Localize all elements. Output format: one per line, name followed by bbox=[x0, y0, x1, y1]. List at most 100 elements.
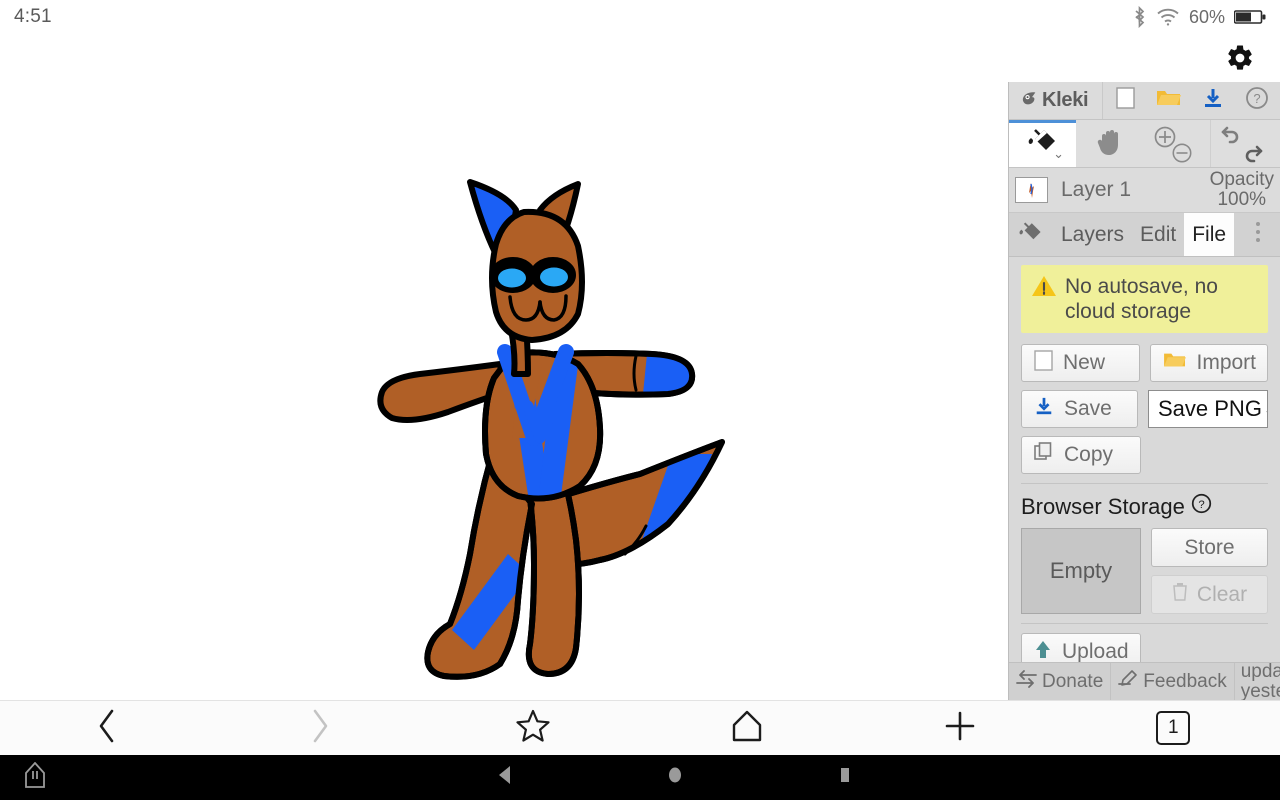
zoom-out-button[interactable] bbox=[1171, 142, 1193, 170]
clear-button-label: Clear bbox=[1196, 582, 1248, 606]
feedback-label: Feedback bbox=[1143, 670, 1227, 692]
browser-storage-label: Browser Storage bbox=[1021, 493, 1185, 519]
clear-button[interactable]: Clear bbox=[1151, 575, 1268, 615]
hand-tool[interactable] bbox=[1076, 120, 1143, 167]
browser-storage-title: Browser Storage ? bbox=[1021, 493, 1268, 520]
chevron-down-icon: ⌄ bbox=[1053, 146, 1064, 161]
kleki-logo[interactable]: Kleki bbox=[1009, 82, 1103, 119]
donate-link[interactable]: Donate bbox=[1009, 663, 1112, 700]
nav-home-button[interactable] bbox=[665, 764, 685, 791]
browser-storage-panel: Empty Store Clear bbox=[1021, 528, 1268, 615]
tab-edit[interactable]: Edit bbox=[1132, 213, 1184, 256]
bluetooth-icon bbox=[1132, 6, 1147, 28]
download-icon bbox=[1034, 396, 1054, 422]
updated-line-1: updated bbox=[1240, 662, 1280, 683]
new-image-button[interactable] bbox=[1103, 82, 1147, 119]
import-button-label: Import bbox=[1196, 351, 1257, 375]
divider bbox=[1021, 483, 1268, 485]
browser-forward-button[interactable] bbox=[213, 709, 426, 748]
help-button[interactable]: ? bbox=[1235, 82, 1279, 119]
new-button-label: New bbox=[1063, 351, 1106, 375]
nav-recents-button[interactable] bbox=[835, 764, 855, 791]
layer-name: Layer 1 bbox=[1061, 178, 1132, 201]
save-button[interactable]: Save bbox=[1021, 390, 1138, 429]
nav-keyboard-switcher-button[interactable] bbox=[0, 761, 70, 793]
swap-arrows-icon bbox=[1016, 669, 1037, 694]
store-button[interactable]: Store bbox=[1151, 528, 1268, 568]
edit-pencil-icon bbox=[1118, 669, 1138, 694]
kleki-footer: Donate Feedback updated yesterday bbox=[1009, 662, 1280, 700]
layer-row[interactable]: Layer 1 Opacity 100% bbox=[1009, 168, 1280, 213]
storage-preview-empty[interactable]: Empty bbox=[1021, 528, 1141, 615]
kleki-tab-bar: Layers Edit File bbox=[1009, 213, 1280, 257]
copy-button[interactable]: Copy bbox=[1021, 436, 1141, 475]
autosave-warning: No autosave, no cloud storage bbox=[1021, 265, 1268, 334]
updated-line-2: yesterday bbox=[1240, 680, 1280, 700]
browser-bookmark-button[interactable] bbox=[427, 709, 640, 748]
opacity-label: Opacity bbox=[1209, 169, 1274, 191]
home-icon bbox=[730, 709, 764, 748]
overflow-menu-button[interactable] bbox=[1236, 213, 1280, 256]
tab-file[interactable]: File bbox=[1184, 213, 1235, 256]
nav-back-button[interactable] bbox=[495, 764, 515, 791]
kleki-logo-text: Kleki bbox=[1042, 89, 1089, 111]
android-status-bar: 4:51 60% bbox=[0, 0, 1280, 34]
drawing-canvas[interactable] bbox=[0, 34, 1008, 700]
new-button[interactable]: New bbox=[1021, 344, 1140, 383]
opacity-value: 100% bbox=[1217, 189, 1267, 210]
chevron-right-icon bbox=[309, 709, 331, 748]
tab-layers[interactable]: Layers bbox=[1053, 213, 1132, 256]
kleki-mark-icon bbox=[1017, 87, 1039, 115]
folder-icon bbox=[1156, 87, 1182, 115]
history-controls bbox=[1210, 120, 1277, 167]
browser-viewport: Kleki ? ⌄ Layer 1 Opacity 100% Layers Ed… bbox=[0, 34, 1280, 700]
autosave-warning-text: No autosave, no cloud storage bbox=[1065, 274, 1218, 324]
gear-icon bbox=[1225, 43, 1255, 78]
nav-buttons bbox=[70, 764, 1280, 791]
store-button-label: Store bbox=[1184, 535, 1235, 559]
zoom-controls bbox=[1143, 120, 1210, 167]
kleki-topbar: Kleki ? bbox=[1009, 82, 1280, 120]
browser-tab-switcher[interactable]: 1 bbox=[1067, 711, 1280, 745]
chevron-down-icon: ⌄ bbox=[1262, 396, 1267, 422]
storage-buttons: Store Clear bbox=[1151, 528, 1268, 615]
settings-button[interactable] bbox=[1222, 42, 1258, 78]
trash-icon bbox=[1172, 582, 1188, 607]
save-button-top[interactable] bbox=[1191, 82, 1235, 119]
blank-page-icon bbox=[1115, 86, 1135, 115]
save-button-label: Save bbox=[1064, 397, 1112, 421]
layer-opacity[interactable]: Opacity 100% bbox=[1210, 170, 1274, 210]
download-icon bbox=[1202, 87, 1224, 115]
file-row-copy: Copy bbox=[1021, 436, 1268, 475]
battery-icon bbox=[1234, 8, 1266, 26]
file-row-new-import: New Import bbox=[1021, 344, 1268, 383]
artwork-fox-character bbox=[377, 179, 725, 680]
kleki-tool-row: ⌄ bbox=[1009, 120, 1280, 168]
tab-bucket-icon[interactable] bbox=[1009, 213, 1053, 256]
layer-thumbnail bbox=[1015, 177, 1048, 203]
save-format-select[interactable]: Save PNG ⌄ bbox=[1148, 390, 1268, 429]
browser-home-button[interactable] bbox=[640, 709, 853, 748]
browser-newtab-button[interactable] bbox=[853, 710, 1066, 747]
undo-button[interactable] bbox=[1219, 123, 1243, 153]
import-button[interactable]: Import bbox=[1149, 344, 1268, 383]
redo-button[interactable] bbox=[1241, 142, 1265, 172]
paint-bucket-tool[interactable]: ⌄ bbox=[1009, 120, 1076, 167]
chevron-left-icon bbox=[96, 709, 118, 748]
donate-label: Donate bbox=[1042, 670, 1104, 692]
warning-triangle-icon bbox=[1031, 274, 1057, 304]
browser-back-button[interactable] bbox=[0, 709, 213, 748]
feedback-link[interactable]: Feedback bbox=[1111, 663, 1235, 700]
android-nav-bar bbox=[0, 755, 1280, 800]
open-file-button[interactable] bbox=[1147, 82, 1191, 119]
copy-button-label: Copy bbox=[1064, 443, 1114, 467]
star-icon bbox=[516, 709, 550, 748]
question-circle-icon[interactable]: ? bbox=[1191, 493, 1212, 520]
kleki-app-panel: Kleki ? ⌄ Layer 1 Opacity 100% Layers Ed… bbox=[1008, 82, 1280, 700]
plus-icon bbox=[944, 710, 976, 747]
warning-line-2: cloud storage bbox=[1065, 300, 1192, 324]
file-row-save: Save Save PNG ⌄ bbox=[1021, 390, 1268, 429]
wifi-icon bbox=[1156, 7, 1180, 27]
ime-switch-icon bbox=[24, 761, 46, 793]
hand-icon bbox=[1096, 126, 1124, 162]
